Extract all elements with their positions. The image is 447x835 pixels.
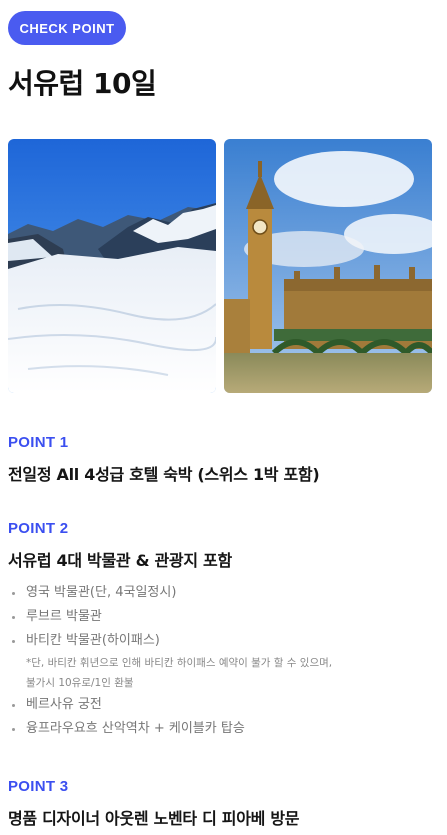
list-item: 바티칸 박물관(하이패스) *단, 바티칸 휘년으로 인해 바티칸 하이패스 예… <box>8 629 439 693</box>
list-item: 베르사유 궁전 <box>8 693 439 717</box>
photo-gallery <box>8 139 432 393</box>
point-label: POINT 2 <box>8 520 69 537</box>
point-2-section: POINT 2 서유럽 4대 박물관 & 관광지 포함 영국 박물관(단, 4국… <box>8 520 439 741</box>
list-item-text: 바티칸 박물관(하이패스) <box>26 633 160 648</box>
alps-glacier-photo <box>8 139 216 393</box>
bullet-dot-icon <box>12 616 15 619</box>
check-point-badge[interactable]: CHECK POINT <box>8 11 126 45</box>
list-item-text: 루브르 박물관 <box>26 609 102 624</box>
list-item: 영국 박물관(단, 4국일정시) <box>8 581 439 605</box>
bullet-dot-icon <box>12 704 15 707</box>
point-3-section: POINT 3 명품 디자이너 아웃렌 노벤타 디 피아베 방문 <box>8 778 439 829</box>
point-2-list: 영국 박물관(단, 4국일정시) 루브르 박물관 바티칸 박물관(하이패스) *… <box>8 581 439 741</box>
point-1-section: POINT 1 전일정 All 4성급 호텔 숙박 (스위스 1박 포함) <box>8 434 439 485</box>
bullet-dot-icon <box>12 728 15 731</box>
point-title: 전일정 All 4성급 호텔 숙박 (스위스 1박 포함) <box>8 465 320 484</box>
bullet-dot-icon <box>12 640 15 643</box>
list-item-text: 융프라우요흐 산악역차 + 케이블카 탑승 <box>26 721 245 736</box>
big-ben-westminster-photo <box>224 139 432 393</box>
point-title: 명품 디자이너 아웃렌 노벤타 디 피아베 방문 <box>8 809 300 828</box>
bullet-dot-icon <box>12 592 15 595</box>
list-item-note: 불가시 10유로/1인 환불 <box>26 677 134 689</box>
list-item-note: *단, 바티칸 휘년으로 인해 바티칸 하이패스 예약이 불가 할 수 있으며, <box>26 657 333 669</box>
list-item: 루브르 박물관 <box>8 605 439 629</box>
point-label: POINT 3 <box>8 778 69 795</box>
list-item-text: 영국 박물관(단, 4국일정시) <box>26 585 177 600</box>
page-title: 서유럽 10일 <box>8 67 157 100</box>
list-item-text: 베르사유 궁전 <box>26 697 102 712</box>
point-title: 서유럽 4대 박물관 & 관광지 포함 <box>8 551 232 570</box>
point-label: POINT 1 <box>8 434 69 451</box>
list-item: 융프라우요흐 산악역차 + 케이블카 탑승 <box>8 717 439 741</box>
